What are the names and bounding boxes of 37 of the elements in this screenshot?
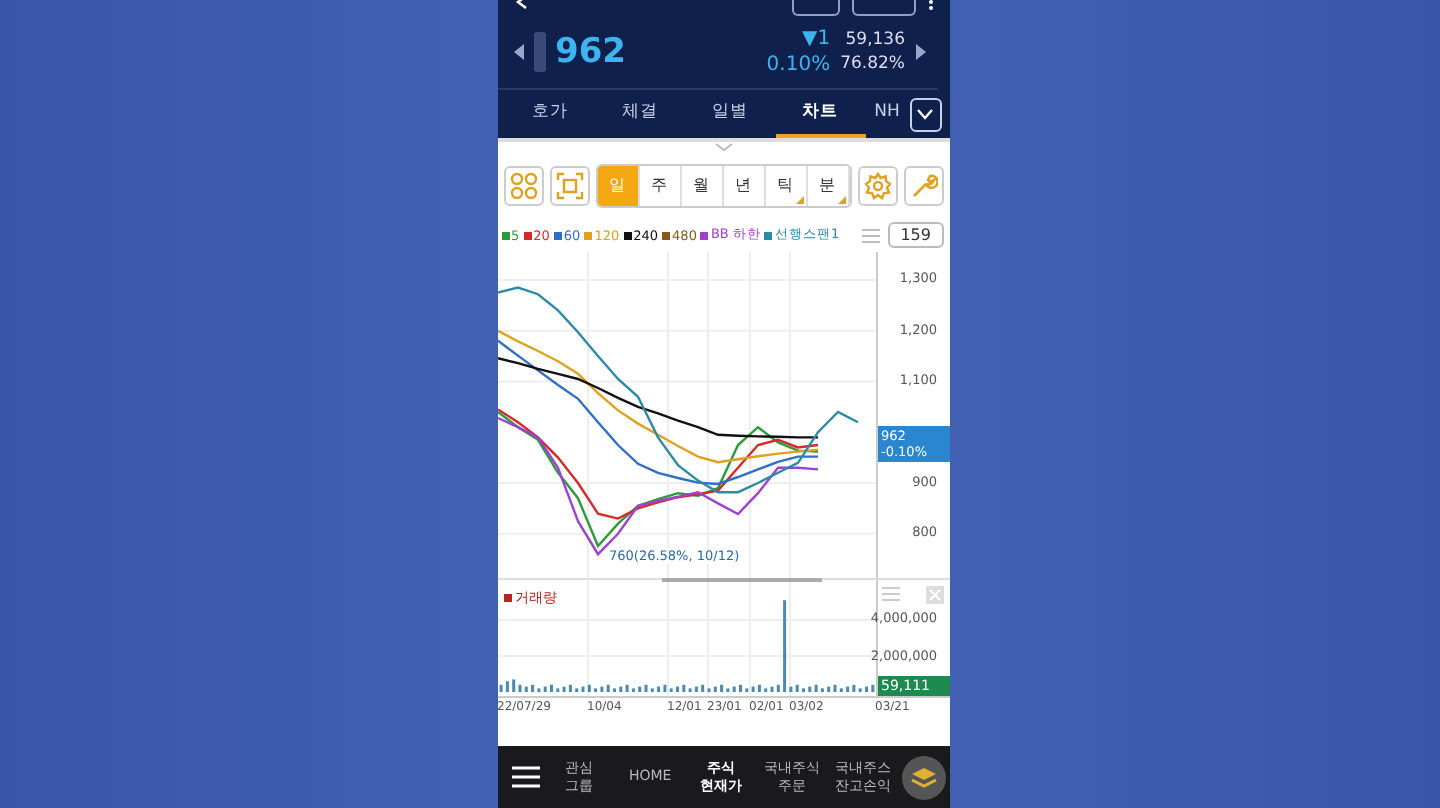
price-text: 962 — [555, 32, 628, 72]
period-tab[interactable]: 년 — [723, 166, 765, 206]
layers-button[interactable] — [901, 755, 946, 799]
corner-triangle-icon — [837, 196, 845, 204]
menu-icon — [511, 766, 539, 788]
tab[interactable]: 체결 — [595, 90, 685, 138]
menu-button[interactable] — [509, 766, 541, 788]
menu-icon — [881, 586, 899, 602]
period-tab[interactable]: 주 — [639, 166, 681, 206]
menu-icon — [862, 227, 881, 243]
change-rate: 0.10% — [766, 54, 831, 76]
period-tab[interactable]: 틱 — [765, 166, 807, 206]
dropdown-button[interactable] — [909, 97, 941, 131]
left-arrow-icon — [513, 44, 523, 60]
tab[interactable]: NH — [865, 90, 909, 138]
grid-icon — [509, 172, 537, 200]
header-button[interactable] — [791, 0, 839, 16]
period-tab[interactable]: 월 — [681, 166, 723, 206]
chevron-down-icon — [713, 142, 733, 152]
count-field[interactable]: 159 — [888, 222, 943, 248]
chevron-down-icon — [916, 108, 934, 120]
wrench-icon — [909, 172, 937, 200]
change-text: ▼1 — [802, 28, 831, 50]
slider-handle[interactable] — [533, 32, 545, 72]
ratio-text: 76.82% — [840, 54, 905, 74]
layers-icon — [909, 765, 938, 789]
settings-icon — [863, 172, 891, 200]
tab[interactable]: 호가 — [505, 90, 595, 138]
header-button[interactable] — [851, 0, 915, 16]
frame-icon — [555, 172, 583, 200]
close-icon — [925, 586, 943, 604]
legend-swatch — [503, 594, 511, 602]
volume-text: 59,136 — [845, 30, 905, 50]
corner-triangle-icon — [795, 196, 803, 204]
period-tab[interactable]: 분 — [807, 166, 849, 206]
tab[interactable]: 일별 — [685, 90, 775, 138]
right-arrow-icon — [915, 44, 925, 60]
